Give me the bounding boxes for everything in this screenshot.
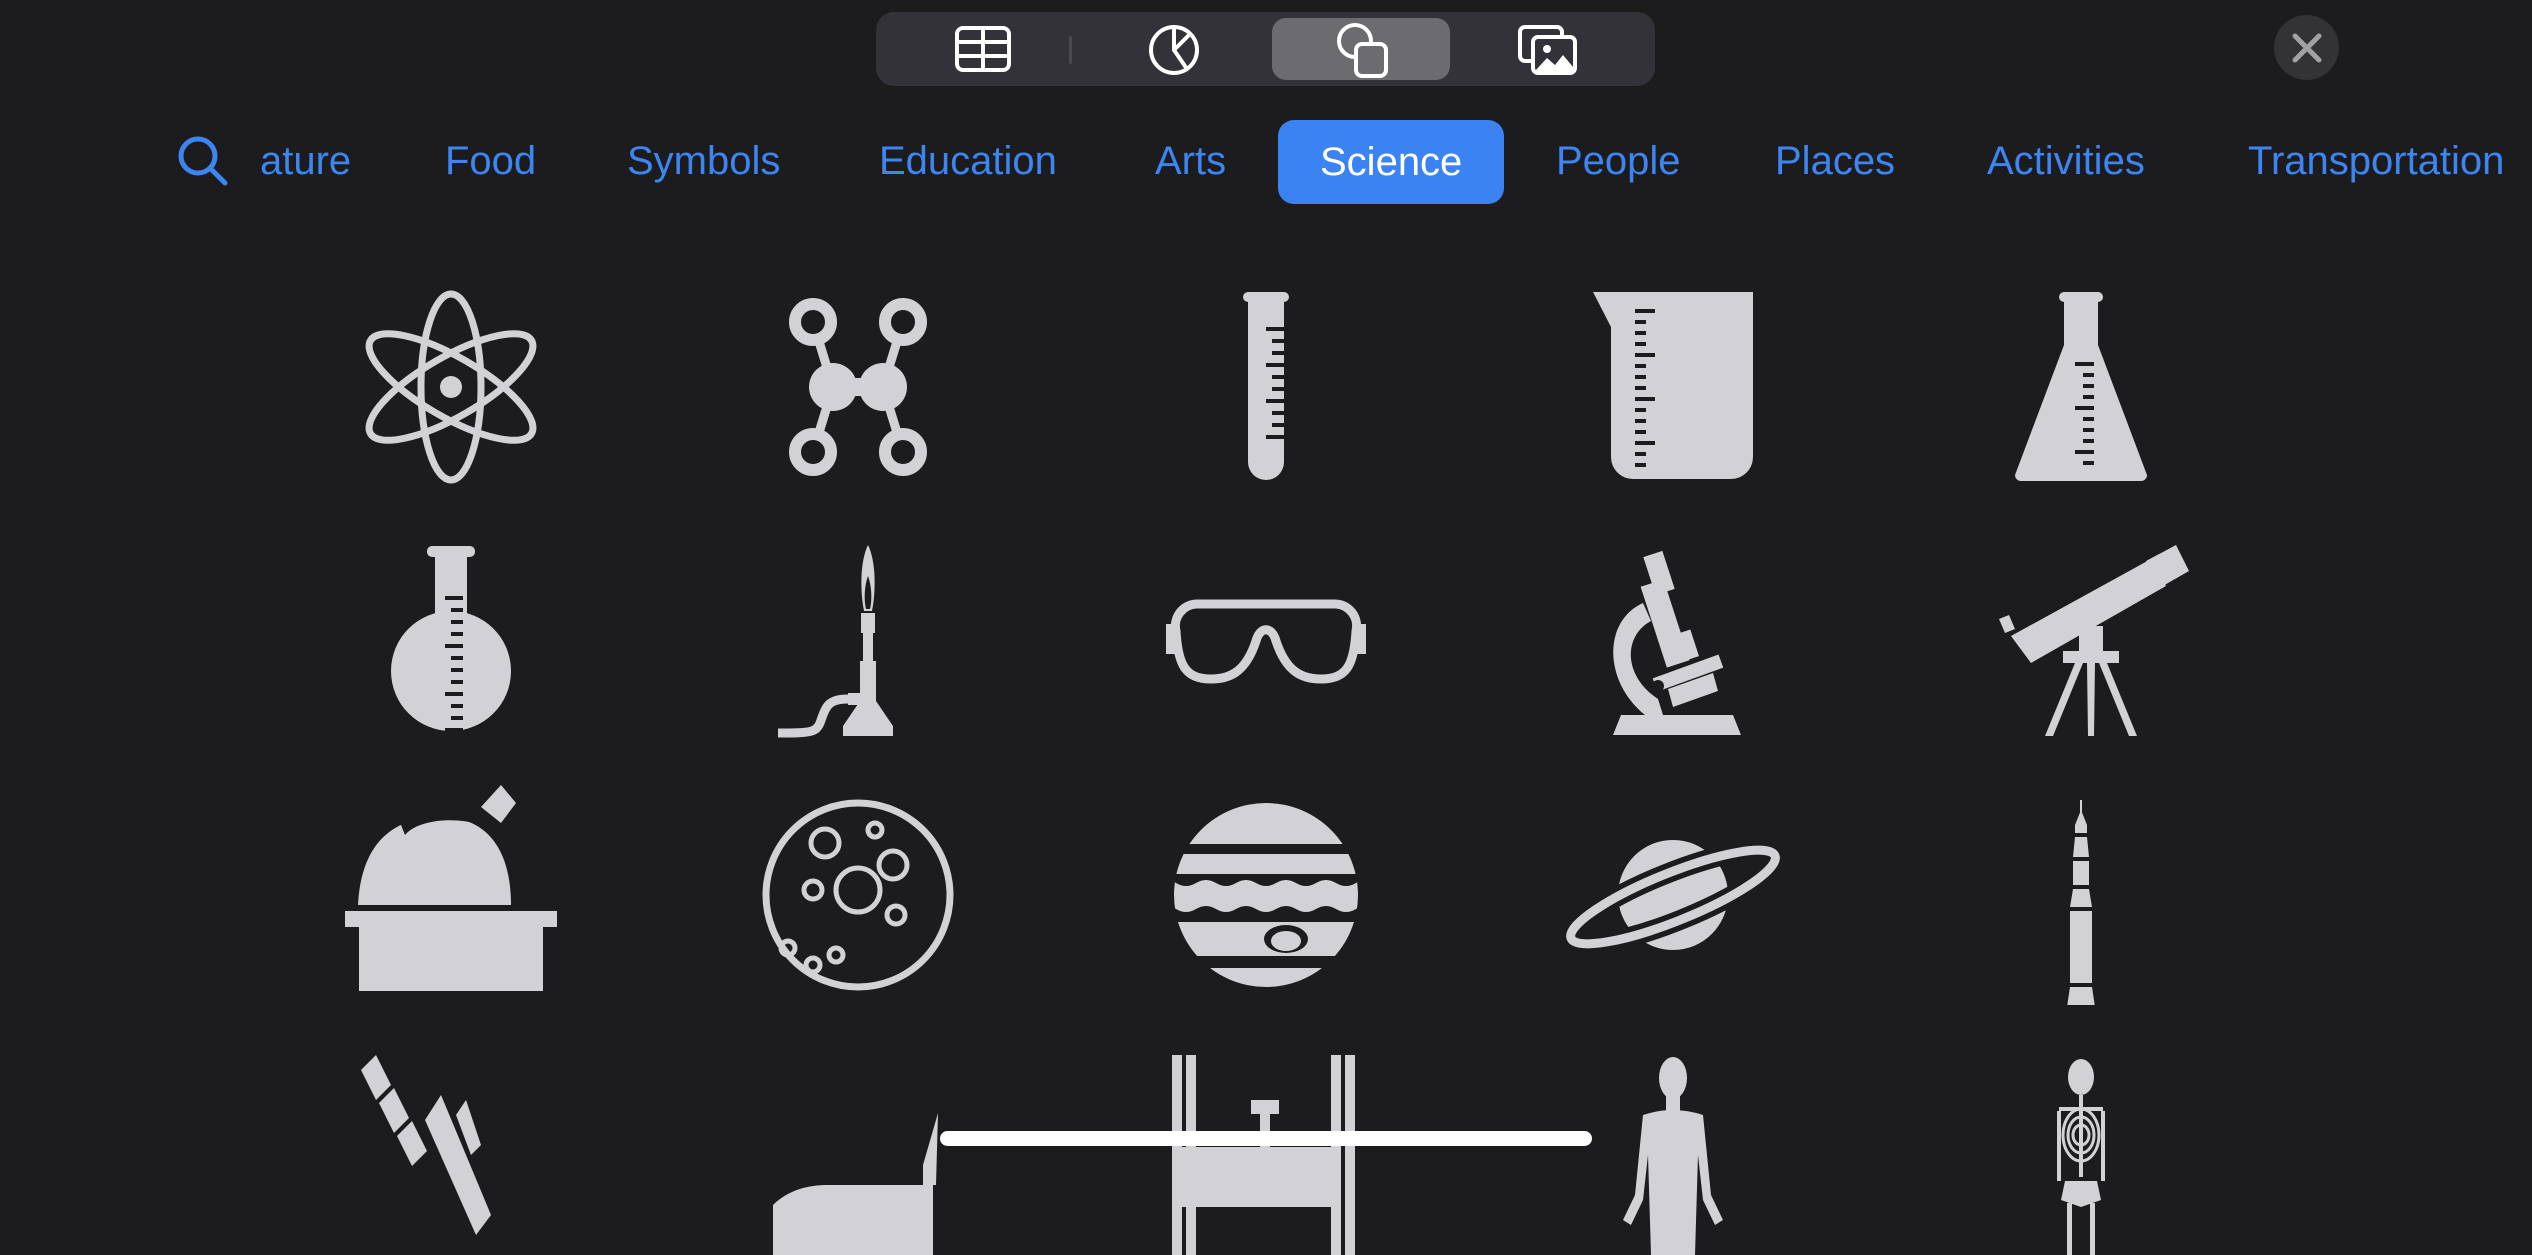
shape-satellite[interactable] (341, 1035, 561, 1255)
jupiter-icon (1174, 803, 1358, 987)
round-flask-icon (391, 546, 511, 732)
erlenmeyer-flask-icon (2015, 292, 2147, 481)
shape-beaker[interactable] (1563, 277, 1783, 497)
bunsen-burner-icon (777, 545, 893, 738)
shape-molecule[interactable] (748, 277, 968, 497)
telescope-icon (1999, 545, 2189, 736)
shape-human-body[interactable] (1563, 1035, 1783, 1255)
shape-bunsen-burner[interactable] (748, 531, 968, 751)
skeleton-icon (2057, 1059, 2105, 1255)
home-indicator[interactable] (940, 1131, 1592, 1146)
shape-atom[interactable] (341, 277, 561, 497)
human-body-icon (1623, 1057, 1723, 1255)
shapes-grid (0, 0, 2532, 1255)
shape-round-flask[interactable] (341, 531, 561, 751)
shape-saturn[interactable] (1563, 785, 1783, 1005)
beaker-icon (1593, 292, 1753, 479)
shape-microscope[interactable] (1563, 531, 1783, 751)
moon-icon (762, 799, 954, 991)
saturn-icon (1563, 840, 1783, 954)
shape-rocket[interactable] (1971, 785, 2191, 1005)
atom-icon (365, 290, 537, 484)
satellite-icon (361, 1055, 491, 1235)
shape-safety-goggles[interactable] (1156, 531, 1376, 751)
shape-skeleton[interactable] (1971, 1035, 2191, 1255)
shape-telescope[interactable] (1971, 531, 2191, 751)
shape-moon[interactable] (748, 785, 968, 1005)
shape-space-shuttle[interactable] (748, 1035, 968, 1255)
test-tube-icon (1243, 292, 1289, 480)
rocket-icon (2067, 800, 2095, 1005)
shape-observatory[interactable] (341, 785, 561, 1005)
space-shuttle-icon (773, 1113, 938, 1255)
shape-test-tube[interactable] (1156, 277, 1376, 497)
shape-jupiter[interactable] (1156, 785, 1376, 1005)
microscope-icon (1613, 550, 1741, 735)
molecule-icon (789, 298, 927, 476)
shape-erlenmeyer-flask[interactable] (1971, 277, 2191, 497)
safety-goggles-icon (1166, 599, 1366, 684)
observatory-icon (345, 785, 557, 991)
